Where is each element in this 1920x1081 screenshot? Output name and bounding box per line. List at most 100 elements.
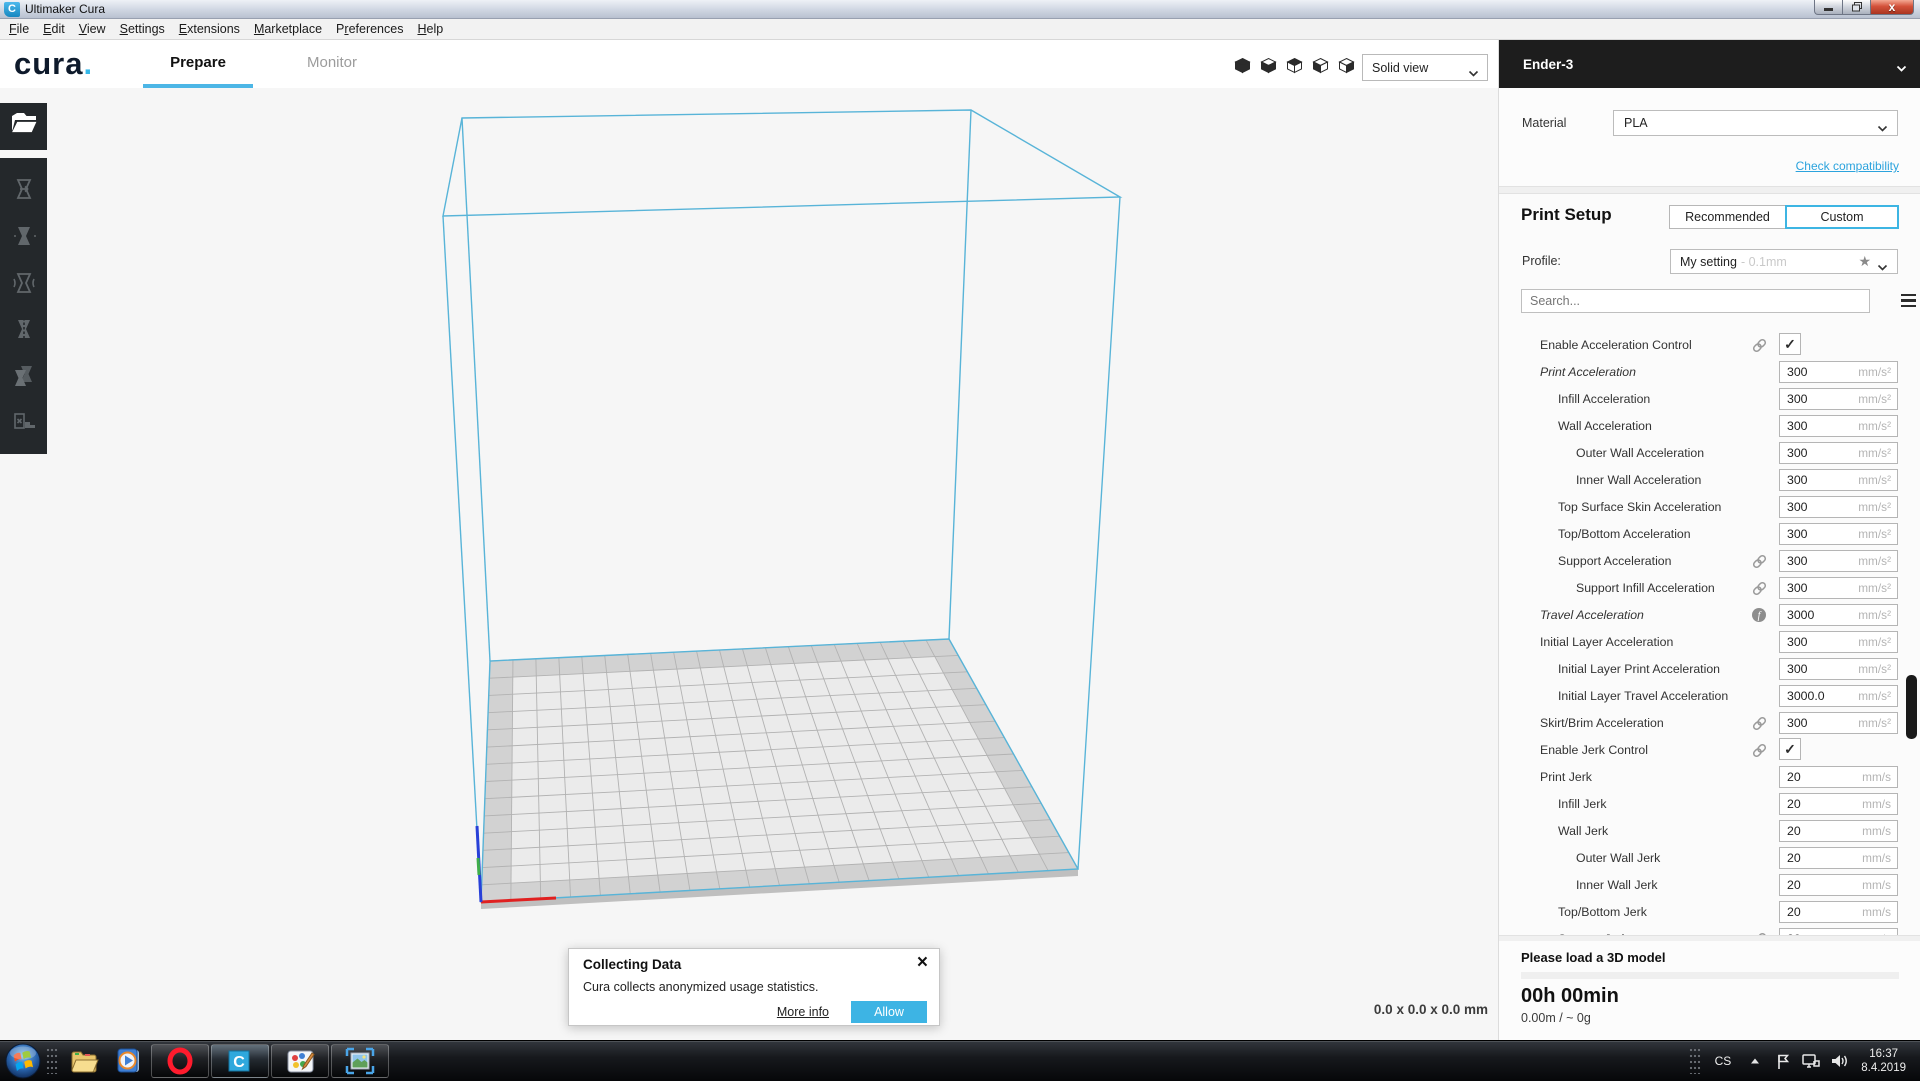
- view-front-icon[interactable]: [1260, 57, 1277, 74]
- menu-edit[interactable]: Edit: [36, 20, 72, 38]
- view-right-icon[interactable]: [1338, 57, 1355, 74]
- taskbar-opera-button[interactable]: [151, 1044, 209, 1078]
- move-tool-button[interactable]: [9, 174, 39, 204]
- setting-value: 3000: [1787, 608, 1858, 622]
- menu-view[interactable]: View: [72, 20, 113, 38]
- network-icon[interactable]: [1801, 1052, 1821, 1070]
- setting-unit: mm/s: [1862, 797, 1891, 811]
- progress-bar: [1521, 972, 1899, 979]
- tab-monitor[interactable]: Monitor: [282, 40, 382, 84]
- setting-value-input[interactable]: 20mm/s: [1779, 928, 1898, 935]
- cura-logo: cura.: [14, 46, 93, 82]
- minimize-button[interactable]: [1814, 0, 1843, 15]
- taskbar-windows-media-player-button[interactable]: [106, 1043, 150, 1079]
- language-indicator[interactable]: CS: [1715, 1054, 1732, 1068]
- taskbar-cura-button[interactable]: C: [211, 1044, 269, 1078]
- start-button[interactable]: [4, 1042, 42, 1080]
- setting-value-input[interactable]: 20mm/s: [1779, 793, 1898, 815]
- setting-value-input[interactable]: 300mm/s²: [1779, 631, 1898, 653]
- menu-file[interactable]: File: [2, 20, 36, 38]
- per-model-settings-icon: [11, 363, 37, 389]
- more-info-link[interactable]: More info: [777, 1005, 829, 1019]
- menu-settings[interactable]: Settings: [113, 20, 172, 38]
- dialog-close-icon[interactable]: ×: [917, 952, 928, 974]
- star-icon[interactable]: ★: [1858, 253, 1871, 270]
- view-3d-icon[interactable]: [1234, 57, 1251, 74]
- setting-unit: mm/s²: [1858, 716, 1891, 730]
- viewport-3d[interactable]: [0, 88, 1498, 1040]
- action-center-flag-icon[interactable]: [1773, 1052, 1793, 1070]
- setting-row: Support Infill Acceleration300mm/s²: [1499, 575, 1920, 602]
- machine-selector[interactable]: Ender-3: [1499, 40, 1920, 88]
- setting-value: 3000.0: [1787, 689, 1858, 703]
- setting-value-input[interactable]: 300mm/s²: [1779, 523, 1898, 545]
- setting-value: 300: [1787, 635, 1858, 649]
- taskbar-paint-button[interactable]: [271, 1044, 329, 1078]
- clock[interactable]: 16:37 8.4.2019: [1861, 1047, 1906, 1075]
- menu-extensions[interactable]: Extensions: [172, 20, 247, 38]
- material-dropdown[interactable]: PLA: [1613, 110, 1898, 136]
- setting-unit: mm/s²: [1858, 446, 1891, 460]
- setting-value-input[interactable]: 300mm/s²: [1779, 658, 1898, 680]
- check-compatibility-link[interactable]: Check compatibility: [1796, 159, 1899, 173]
- per-model-settings-tool-button[interactable]: [9, 361, 39, 391]
- setting-value-input[interactable]: 20mm/s: [1779, 901, 1898, 923]
- setting-label: Outer Wall Acceleration: [1576, 446, 1704, 460]
- rotate-icon: [11, 270, 37, 296]
- setting-label: Skirt/Brim Acceleration: [1540, 716, 1664, 730]
- restore-button[interactable]: [1843, 0, 1870, 15]
- setting-value-input[interactable]: 300mm/s²: [1779, 550, 1898, 572]
- taskbar-windows-explorer-button[interactable]: [62, 1043, 106, 1079]
- setting-unit: mm/s²: [1858, 500, 1891, 514]
- allow-button[interactable]: Allow: [851, 1001, 927, 1023]
- setting-value-input[interactable]: 300mm/s²: [1779, 388, 1898, 410]
- setting-value-input[interactable]: 300mm/s²: [1779, 496, 1898, 518]
- taskbar-image-viewer-button[interactable]: [331, 1044, 389, 1078]
- recommended-mode-button[interactable]: Recommended: [1669, 205, 1786, 229]
- volume-icon[interactable]: [1829, 1052, 1849, 1070]
- view-left-icon[interactable]: [1312, 57, 1329, 74]
- setting-value-input[interactable]: 20mm/s: [1779, 820, 1898, 842]
- setting-row: Wall Jerk20mm/s: [1499, 818, 1920, 845]
- linked-settings-icon: [1751, 337, 1769, 355]
- search-input[interactable]: [1521, 289, 1870, 313]
- tab-prepare[interactable]: Prepare: [143, 40, 253, 88]
- settings-menu-icon[interactable]: [1901, 294, 1916, 307]
- setting-label: Top/Bottom Jerk: [1558, 905, 1647, 919]
- setting-unit: mm/s²: [1858, 581, 1891, 595]
- setting-value-input[interactable]: 300mm/s²: [1779, 712, 1898, 734]
- setting-value-input[interactable]: 3000mm/s²: [1779, 604, 1898, 626]
- setting-value-input[interactable]: 300mm/s²: [1779, 577, 1898, 599]
- support-blocker-tool-button[interactable]: [9, 408, 39, 438]
- scale-tool-button[interactable]: [9, 221, 39, 251]
- setting-label: Enable Jerk Control: [1540, 743, 1648, 757]
- menu-marketplace[interactable]: Marketplace: [247, 20, 329, 38]
- setting-value-input[interactable]: 300mm/s²: [1779, 442, 1898, 464]
- setting-value-input[interactable]: 300mm/s²: [1779, 469, 1898, 491]
- hidden-icons-arrow[interactable]: [1745, 1052, 1765, 1070]
- setting-checkbox[interactable]: ✓: [1779, 333, 1801, 355]
- material-label: Material: [1522, 116, 1566, 130]
- setting-value-input[interactable]: 20mm/s: [1779, 847, 1898, 869]
- setting-value-input[interactable]: 3000.0mm/s²: [1779, 685, 1898, 707]
- setting-value-input[interactable]: 20mm/s: [1779, 874, 1898, 896]
- menu-preferences[interactable]: Preferences: [329, 20, 410, 38]
- profile-dropdown[interactable]: My setting - 0.1mm ★: [1670, 249, 1898, 274]
- view-top-icon[interactable]: [1286, 57, 1303, 74]
- cura-window: C Ultimaker Cura x FileEditViewSettingsE…: [0, 0, 1920, 1080]
- setting-value-input[interactable]: 300mm/s²: [1779, 415, 1898, 437]
- setting-checkbox[interactable]: ✓: [1779, 738, 1801, 760]
- linked-settings-icon: [1751, 742, 1769, 760]
- mirror-tool-button[interactable]: [9, 314, 39, 344]
- custom-mode-button[interactable]: Custom: [1785, 205, 1899, 229]
- rotate-tool-button[interactable]: [9, 268, 39, 298]
- view-mode-dropdown[interactable]: Solid view: [1362, 54, 1488, 81]
- tray-grip: [1689, 1048, 1701, 1074]
- setting-value-input[interactable]: 300mm/s²: [1779, 361, 1898, 383]
- setting-unit: mm/s²: [1858, 473, 1891, 487]
- open-file-button[interactable]: [0, 103, 47, 150]
- setting-value-input[interactable]: 20mm/s: [1779, 766, 1898, 788]
- close-button[interactable]: x: [1870, 0, 1914, 15]
- scrollbar-thumb[interactable]: [1906, 675, 1917, 739]
- menu-help[interactable]: Help: [410, 20, 450, 38]
